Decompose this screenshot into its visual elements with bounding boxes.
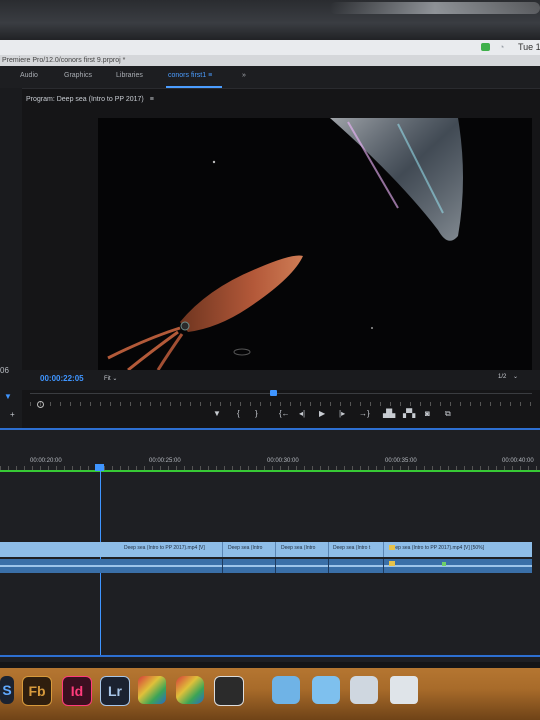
audio-clip-edge[interactable] (328, 559, 329, 573)
clip-label[interactable]: Deep sea (Intro to PP 2017).mp4 [V] [50%… (389, 545, 484, 551)
zoom-fit-value: Fit (104, 376, 111, 382)
button-editor-icon[interactable]: ⧉ (445, 408, 451, 420)
tab-conors-first1[interactable]: conors first1 ≡ (168, 72, 212, 79)
program-monitor-video[interactable] (98, 118, 532, 370)
keyframe-icon[interactable] (442, 562, 446, 566)
audio-clip-edge[interactable] (275, 559, 276, 573)
step-forward-icon[interactable]: |▸ (339, 408, 345, 420)
playhead-timecode[interactable]: 00:00:22:05 (40, 374, 84, 383)
monitor-bezel (0, 0, 540, 42)
ruler-label: 00:00:30:00 (267, 458, 299, 464)
ruler-label: 00:00:20:00 (30, 458, 62, 464)
fx-badge-icon[interactable] (389, 545, 395, 550)
source-timecode: 06 (0, 366, 9, 375)
video-track[interactable]: Deep sea (Intro to PP 2017).mp4 [V] Deep… (0, 542, 532, 557)
squid-body (180, 255, 303, 332)
applications-folder-icon[interactable] (272, 676, 300, 704)
tab-conors-first1-label: conors first1 (168, 72, 207, 79)
active-tab-indicator (166, 86, 222, 88)
squid-eye (180, 321, 190, 331)
status-indicator-icon[interactable] (481, 43, 490, 51)
wifi-icon[interactable]: ◔ (499, 42, 504, 52)
resolution-dropdown[interactable]: 1/2 ⌄ (498, 373, 518, 380)
panel-menu-icon[interactable]: ≡ (150, 96, 154, 103)
program-monitor-title[interactable]: Program: Deep sea (Intro to PP 2017) ≡ (26, 96, 154, 103)
screen-glare (330, 2, 540, 14)
transport-controls: ▼ { } {← ◂| ▶ |▸ →} ▟▙ ▞▚ ◙ ⧉ (205, 408, 475, 422)
more-tabs-button[interactable]: » (242, 72, 246, 79)
window-title: Premiere Pro/12.0/conors first 9.prproj … (0, 55, 540, 66)
panel-divider (0, 655, 540, 657)
clip-label[interactable]: Deep sea (Intro to PP 2017).mp4 [V] (124, 545, 205, 551)
particle (371, 327, 373, 329)
clip-edge[interactable] (275, 542, 276, 557)
flash-builder-icon[interactable]: Fb (22, 676, 52, 706)
clip-label[interactable]: Deep sea (Intro t (333, 545, 370, 551)
mark-in-icon[interactable]: { (237, 408, 240, 420)
photoshop-icon[interactable]: S (0, 676, 14, 704)
clip-edge[interactable] (222, 542, 223, 557)
audio-clip-edge[interactable] (383, 559, 384, 573)
indesign-icon[interactable]: Id (62, 676, 92, 706)
go-to-in-icon[interactable]: {← (279, 408, 290, 420)
program-monitor-title-text: Program: Deep sea (Intro to PP 2017) (26, 96, 144, 103)
comb-jelly-shape (330, 118, 463, 241)
lift-icon[interactable]: ▟▙ (383, 408, 395, 420)
tab-graphics[interactable]: Graphics (64, 72, 92, 79)
resolution-value: 1/2 (498, 374, 507, 380)
fx-badge-icon[interactable] (389, 561, 395, 566)
zoom-fit-dropdown[interactable]: Fit ⌄ (104, 375, 117, 382)
clip-label[interactable]: Deep sea (Intro (228, 545, 262, 551)
photos-app-icon[interactable] (176, 676, 204, 704)
audio-waveform-line (0, 565, 532, 567)
downloads-folder-icon[interactable] (312, 676, 340, 704)
tab-menu-icon[interactable]: ≡ (208, 72, 212, 79)
ruler-label: 00:00:35:00 (385, 458, 417, 464)
render-bar (0, 470, 540, 472)
monitor-time-ruler[interactable] (30, 393, 532, 406)
chevron-down-icon: ⌄ (112, 376, 118, 382)
final-cut-icon[interactable] (214, 676, 244, 706)
extract-icon[interactable]: ▞▚ (403, 408, 415, 420)
ruler-label: 00:00:40:00 (502, 458, 534, 464)
workspace-bar: Audio Graphics Libraries conors first1 ≡… (0, 66, 540, 89)
add-icon[interactable]: + (10, 410, 15, 419)
monitor-playhead[interactable] (270, 390, 277, 396)
add-marker-icon[interactable]: ▼ (213, 408, 221, 420)
color-app-icon[interactable] (138, 676, 166, 704)
clip-edge[interactable] (328, 542, 329, 557)
deep-sea-frame (107, 118, 463, 370)
menubar-clock[interactable]: Tue 1 (518, 42, 540, 52)
camera-icon[interactable]: ◙ (425, 408, 430, 420)
audio-clip-edge[interactable] (222, 559, 223, 573)
go-to-out-icon[interactable]: →} (359, 408, 370, 420)
particle (233, 348, 251, 356)
in-point-icon[interactable] (37, 401, 44, 408)
clip-label[interactable]: Deep sea (Intro (281, 545, 315, 551)
tab-audio[interactable]: Audio (20, 72, 38, 79)
mac-menubar: ◔ Tue 1 (0, 40, 540, 56)
play-icon[interactable]: ▶ (319, 408, 325, 420)
marker-icon[interactable]: ▼ (4, 392, 12, 401)
particle (212, 160, 216, 164)
tab-libraries[interactable]: Libraries (116, 72, 143, 79)
trash-icon[interactable] (390, 676, 418, 704)
lightroom-icon[interactable]: Lr (100, 676, 130, 706)
ruler-label: 00:00:25:00 (149, 458, 181, 464)
chevron-down-icon: ⌄ (513, 374, 519, 380)
preview-icon[interactable] (350, 676, 378, 704)
mark-out-icon[interactable]: } (255, 408, 258, 420)
step-back-icon[interactable]: ◂| (299, 408, 305, 420)
clip-edge[interactable] (383, 542, 384, 557)
